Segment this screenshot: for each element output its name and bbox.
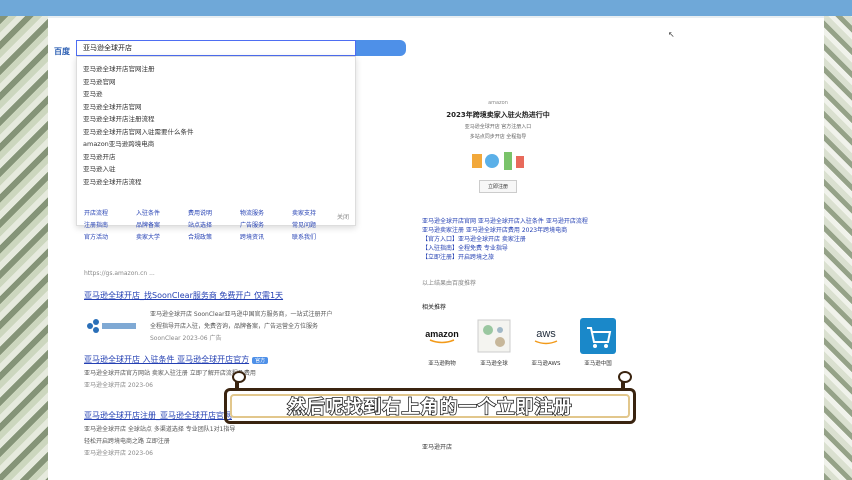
related-card[interactable]: 亚马逊全球 [474, 316, 514, 367]
site-link[interactable]: 卖家支持 [292, 208, 344, 220]
related-card[interactable]: 亚马逊中国 [578, 316, 618, 367]
banner-headline: 2023年跨境卖家入驻火热进行中 [446, 111, 550, 119]
banner-subtext: 多站点同步开店 全程指导 [469, 134, 527, 140]
window-top-bar [0, 0, 852, 16]
related-label: 亚马逊全球 [480, 361, 508, 367]
related-link[interactable]: 亚马逊卖家注册 亚马逊全球开店费用 2023年跨境电商 [422, 225, 672, 234]
suggestion-item[interactable]: 亚马逊全球开店官网 [83, 101, 349, 114]
search-input[interactable]: 亚马逊全球开店 [76, 40, 356, 56]
more-link[interactable]: 亚马逊开店 [422, 442, 452, 451]
related-brands: amazon 亚马逊购物 亚马逊全球 aws 亚马逊AWS 亚马逊中国 [422, 316, 618, 367]
suggestion-item[interactable]: 亚马逊全球开店注册流程 [83, 113, 349, 126]
site-link[interactable]: 联系我们 [292, 232, 344, 244]
result-url: https://gs.amazon.cn ... [84, 270, 155, 277]
amazon-logo: amazon [422, 316, 462, 356]
suggestion-item[interactable]: 亚马逊全球开店官网注册 [83, 63, 349, 76]
cart-icon [578, 316, 618, 356]
video-subtitle: 然后呢找到右上角的一个立即注册 [224, 371, 636, 424]
site-link-grid: 开店流程 入驻条件 费用说明 物流服务 卖家支持 注册指南 品牌备案 站点选择 … [84, 208, 344, 244]
search-result: 亚马逊全球开店_找SoonClear服务商 免费开户 仅需1天 亚马逊全球开店 … [84, 290, 384, 342]
banner-illustration [438, 146, 558, 176]
site-link[interactable]: 物流服务 [240, 208, 292, 220]
search-suggestions-dropdown: 亚马逊全球开店官网注册 亚马逊官网 亚马逊 亚马逊全球开店官网 亚马逊全球开店注… [76, 56, 356, 226]
recommend-hint: 以上结果由百度推荐 [422, 280, 477, 287]
site-link[interactable]: 注册指南 [84, 220, 136, 232]
related-title: 相关推荐 [422, 304, 447, 311]
banner-subtext: 亚马逊全球开店 官方注册入口 [464, 124, 532, 130]
site-logo[interactable]: 百度 [54, 46, 70, 57]
result-title-link[interactable]: 亚马逊全球开店 入驻条件 亚马逊全球开店官方 官方 [84, 354, 384, 365]
site-link[interactable]: 广告服务 [240, 220, 292, 232]
svg-text:amazon: amazon [425, 329, 459, 339]
result-meta: 亚马逊全球开店 2023-06 [84, 450, 153, 457]
site-link[interactable]: 开店流程 [84, 208, 136, 220]
site-link[interactable]: 卖家大学 [136, 232, 188, 244]
suggestion-item[interactable]: 亚马逊入驻 [83, 163, 349, 176]
related-label: 亚马逊中国 [584, 361, 612, 367]
related-link[interactable]: 【官方入口】亚马逊全球开店 卖家注册 [422, 234, 672, 243]
related-link[interactable]: 【入驻指南】全程免费 专业指导 [422, 243, 672, 252]
site-link[interactable]: 站点选择 [188, 220, 240, 232]
mouse-cursor-icon: ↖ [668, 30, 675, 39]
result-snippet: 轻松开启跨境电商之路 立即注册 [84, 438, 170, 445]
suggestion-item[interactable]: amazon亚马逊跨境电商 [83, 138, 349, 151]
official-badge: 官方 [252, 357, 269, 364]
pattern-logo [474, 316, 514, 356]
hanging-pin-icon [232, 371, 246, 391]
related-link[interactable]: 亚马逊全球开店官网 亚马逊全球开店入驻条件 亚马逊开店流程 [422, 216, 672, 225]
banner-brand: amazon [488, 100, 508, 106]
decorative-border-right [824, 16, 852, 480]
promo-banner[interactable]: amazon 2023年跨境卖家入驻火热进行中 亚马逊全球开店 官方注册入口 多… [438, 100, 558, 210]
site-link[interactable]: 入驻条件 [136, 208, 188, 220]
decorative-border-left [0, 16, 48, 480]
result-meta: SoonClear 2023-06 广告 [150, 335, 222, 342]
suggestion-item[interactable]: 亚马逊 [83, 88, 349, 101]
related-card[interactable]: amazon 亚马逊购物 [422, 316, 462, 367]
site-link[interactable]: 跨境资讯 [240, 232, 292, 244]
result-snippet: 亚马逊全球开店 SoonClear亚马逊中国官方服务商，一站式注册开户 [150, 311, 333, 318]
related-link[interactable]: 【立即注册】开启跨境之旅 [422, 252, 672, 261]
suggestion-item[interactable]: 亚马逊全球开店流程 [83, 176, 349, 189]
aws-logo: aws [526, 316, 566, 356]
related-label: 亚马逊购物 [428, 361, 456, 367]
related-card[interactable]: aws 亚马逊AWS [526, 316, 566, 367]
suggestion-item[interactable]: 亚马逊全球开店官网入驻需要什么条件 [83, 126, 349, 139]
register-now-button[interactable]: 立即注册 [478, 180, 517, 193]
subtitle-text: 然后呢找到右上角的一个立即注册 [287, 396, 573, 419]
suggestion-item[interactable]: 亚马逊开店 [83, 151, 349, 164]
soonclear-logo [84, 306, 140, 346]
related-links-block: 亚马逊全球开店官网 亚马逊全球开店入驻条件 亚马逊开店流程 亚马逊卖家注册 亚马… [422, 216, 672, 261]
hanging-pin-icon [618, 371, 632, 391]
site-link[interactable]: 常见问题 [292, 220, 344, 232]
result-snippet: 全程指导开店入驻，免费咨询，品牌备案，广告运营全方位服务 [150, 323, 319, 330]
site-link[interactable]: 合规政策 [188, 232, 240, 244]
search-button[interactable] [356, 40, 406, 56]
result-title-text[interactable]: 亚马逊全球开店 入驻条件 亚马逊全球开店官方 [84, 355, 249, 364]
result-title-link[interactable]: 亚马逊全球开店_找SoonClear服务商 免费开户 仅需1天 [84, 290, 384, 301]
site-link[interactable]: 官方活动 [84, 232, 136, 244]
site-link[interactable]: 品牌备案 [136, 220, 188, 232]
related-label: 亚马逊AWS [531, 361, 561, 367]
svg-text:aws: aws [536, 328, 556, 340]
site-link[interactable]: 费用说明 [188, 208, 240, 220]
suggestion-item[interactable]: 亚马逊官网 [83, 76, 349, 89]
result-snippet: 亚马逊全球开店 全球站点 多渠道选择 专业团队1对1指导 [84, 426, 236, 433]
